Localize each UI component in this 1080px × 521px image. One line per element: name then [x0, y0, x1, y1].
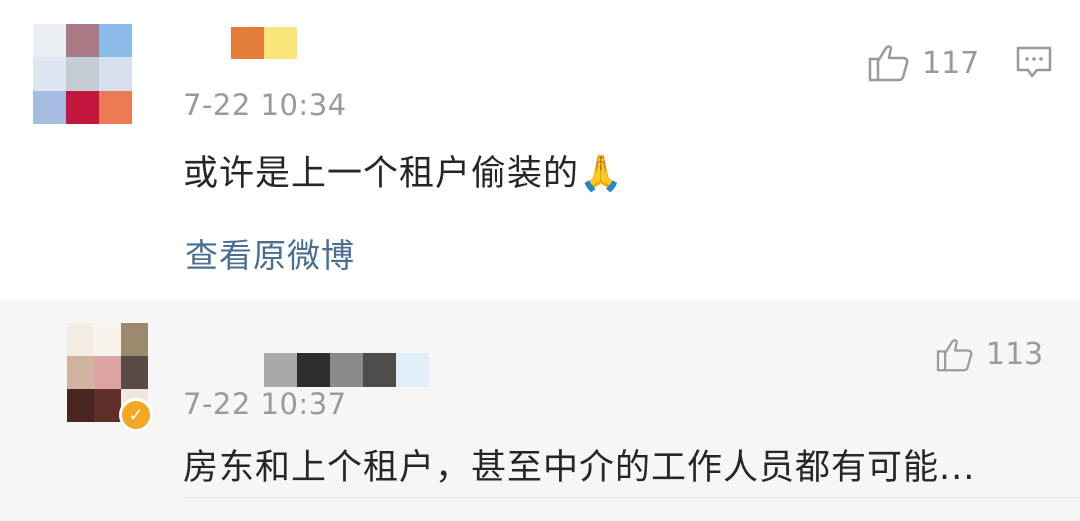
comment-card: ✓ 7-22 10:37 房东和上个租户，甚至中介的工作人员都有可能... 11…: [0, 301, 1080, 521]
username-block: [231, 27, 264, 59]
like-button[interactable]: 113: [936, 337, 1043, 372]
avatar-tile: [33, 24, 66, 58]
comment-timestamp: 7-22 10:34: [183, 88, 347, 122]
avatar-tile: [67, 389, 94, 422]
avatar-tile: [99, 90, 132, 124]
username-block: [264, 353, 297, 387]
verified-badge-icon: ✓: [119, 398, 153, 432]
username-block: [198, 27, 231, 59]
avatar-tile: [94, 389, 121, 422]
avatar-tile: [66, 90, 99, 124]
comment-text: 或许是上一个租户偷装的🙏: [183, 154, 624, 194]
username-block: [363, 353, 396, 387]
username-blurred[interactable]: [198, 27, 297, 59]
avatar-tile: [99, 24, 132, 58]
avatar-tile: [67, 356, 94, 389]
like-button[interactable]: 117: [868, 44, 979, 82]
comment-icon[interactable]: [1015, 45, 1053, 79]
comment-timestamp: 7-22 10:37: [183, 387, 347, 421]
avatar-tile: [67, 323, 94, 356]
comment-text: 房东和上个租户，甚至中介的工作人员都有可能...: [183, 448, 976, 488]
avatar-tile: [33, 90, 66, 124]
username-block: [396, 353, 429, 387]
avatar-tile: [94, 356, 121, 389]
avatar[interactable]: [33, 24, 132, 124]
avatar-tile: [94, 323, 121, 356]
divider: [183, 497, 1080, 498]
like-count: 117: [922, 45, 980, 81]
avatar-tile: [121, 323, 148, 356]
view-original-weibo-link[interactable]: 查看原微博: [185, 229, 355, 277]
thumbs-up-icon: [868, 45, 909, 82]
avatar-tile: [66, 24, 99, 58]
username-blurred[interactable]: [264, 353, 429, 387]
comment-card: 7-22 10:34 或许是上一个租户偷装的🙏 查看原微博 117: [0, 0, 1080, 301]
avatar-tile: [121, 356, 148, 389]
username-block: [330, 353, 363, 387]
username-block: [264, 27, 297, 59]
thumbs-up-icon: [936, 338, 973, 371]
username-block: [297, 353, 330, 387]
avatar-tile: [66, 57, 99, 91]
avatar-tile: [33, 57, 66, 91]
avatar-tile: [99, 57, 132, 91]
like-count: 113: [986, 337, 1044, 372]
